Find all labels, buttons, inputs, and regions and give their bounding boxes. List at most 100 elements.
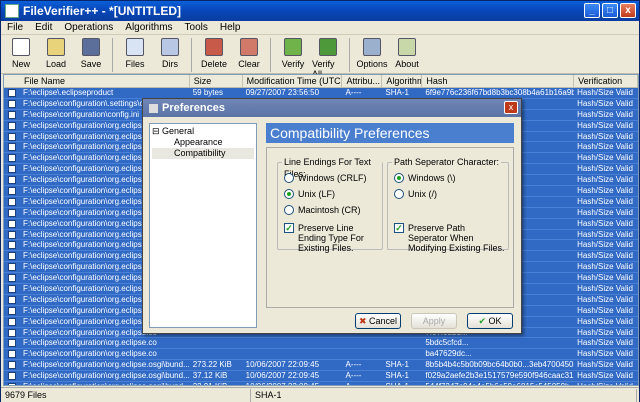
radio-icon: [284, 173, 294, 183]
tree-item-compatibility[interactable]: Compatibility: [152, 148, 254, 159]
column-header[interactable]: Hash: [422, 75, 575, 87]
radio-macintosh-cr[interactable]: Macintosh (CR): [284, 205, 361, 215]
cell-verification: Hash/Size Valid: [577, 251, 633, 261]
row-checkbox[interactable]: [8, 295, 16, 304]
row-checkbox[interactable]: [8, 372, 16, 381]
radio-windows-crlf[interactable]: Windows (CRLF): [284, 173, 367, 183]
preserve-path-separator-checkbox[interactable]: ✓ Preserve Path Seperator When Modifying …: [394, 223, 506, 253]
row-checkbox[interactable]: [8, 241, 16, 250]
row-checkbox[interactable]: [8, 317, 16, 326]
radio-unix-slash[interactable]: Unix (/): [394, 189, 437, 199]
column-header[interactable]: Verification: [574, 75, 638, 87]
row-checkbox[interactable]: [8, 99, 16, 108]
row-checkbox[interactable]: [8, 154, 16, 163]
load-button[interactable]: Load: [40, 36, 72, 69]
radio-checked-icon: [284, 189, 294, 199]
row-checkbox[interactable]: [8, 274, 16, 283]
preserve-line-ending-checkbox[interactable]: ✓ Preserve Line Ending Type For Existing …: [284, 223, 380, 253]
delete-button[interactable]: Delete: [198, 36, 230, 69]
row-checkbox[interactable]: [8, 306, 16, 315]
table-row[interactable]: F:\eclipse\configuration\org.eclipse.co b…: [4, 349, 638, 361]
files-button[interactable]: Files: [119, 36, 151, 69]
radio-icon: [394, 189, 404, 199]
dialog-close-button[interactable]: x: [504, 101, 518, 114]
clear-icon: [240, 38, 258, 56]
cancel-label: Cancel: [369, 316, 398, 326]
row-checkbox[interactable]: [8, 143, 16, 152]
row-checkbox[interactable]: [8, 176, 16, 185]
apply-button[interactable]: Apply: [411, 313, 457, 329]
menu-file[interactable]: File: [7, 22, 23, 33]
tree-item-general[interactable]: ⊟ General: [152, 126, 254, 137]
save-button[interactable]: Save: [75, 36, 107, 69]
tree-item-label: Appearance: [174, 137, 223, 147]
menu-operations[interactable]: Operations: [64, 22, 113, 33]
verify-all-button[interactable]: Verify All: [312, 36, 344, 79]
verify-button[interactable]: Verify: [277, 36, 309, 69]
cell-size: [190, 349, 243, 359]
column-header[interactable]: Modification Time (UTC): [243, 75, 343, 87]
radio-unix-lf[interactable]: Unix (LF): [284, 189, 335, 199]
title-bar[interactable]: FileVerifier++ - *[UNTITLED] _ □ x: [1, 1, 639, 21]
row-checkbox[interactable]: [8, 89, 16, 97]
new-button[interactable]: New: [5, 36, 37, 69]
column-header[interactable]: Attribu...: [342, 75, 383, 87]
row-checkbox[interactable]: [8, 165, 16, 174]
checkbox-checked-icon: ✓: [284, 223, 294, 233]
dialog-title-bar[interactable]: Preferences: [143, 99, 521, 117]
dirs-label: Dirs: [162, 59, 178, 69]
load-label: Load: [45, 59, 67, 69]
dirs-button[interactable]: Dirs: [154, 36, 186, 69]
verify-all-icon: [319, 38, 337, 56]
row-checkbox[interactable]: [8, 252, 16, 261]
menu-edit[interactable]: Edit: [35, 22, 52, 33]
row-checkbox[interactable]: [8, 197, 16, 206]
cancel-button[interactable]: ✖ Cancel: [355, 313, 401, 329]
row-checkbox[interactable]: [8, 383, 16, 385]
row-checkbox[interactable]: [8, 110, 16, 119]
row-checkbox[interactable]: [8, 361, 16, 370]
minimize-button[interactable]: _: [584, 3, 600, 18]
cell-verification: Hash/Size Valid: [577, 207, 633, 217]
row-checkbox[interactable]: [8, 219, 16, 228]
row-checkbox[interactable]: [8, 263, 16, 272]
row-checkbox[interactable]: [8, 350, 16, 359]
column-header[interactable]: Algorithm: [382, 75, 423, 87]
close-button[interactable]: x: [620, 3, 636, 18]
maximize-button[interactable]: □: [602, 3, 618, 18]
options-button[interactable]: Options: [356, 36, 388, 69]
checkbox-label: Preserve Path Seperator When Modifying E…: [408, 223, 505, 253]
row-checkbox[interactable]: [8, 328, 16, 337]
row-checkbox[interactable]: [8, 230, 16, 239]
column-header[interactable]: Size: [190, 75, 243, 87]
table-row[interactable]: F:\eclipse\configuration\org.eclipse.osg…: [4, 360, 638, 372]
radio-icon: [284, 205, 294, 215]
files-icon: [126, 38, 144, 56]
row-checkbox[interactable]: [8, 121, 16, 130]
about-button[interactable]: About: [391, 36, 423, 69]
column-header[interactable]: File Name: [4, 75, 190, 87]
row-checkbox[interactable]: [8, 208, 16, 217]
toolbar-separator: [191, 38, 192, 72]
radio-windows-backslash[interactable]: Windows (\): [394, 173, 456, 183]
menu-help[interactable]: Help: [220, 22, 241, 33]
option-label: Macintosh (CR): [298, 205, 361, 215]
row-checkbox[interactable]: [8, 132, 16, 141]
cell-modified: [243, 338, 343, 348]
menu-algorithms[interactable]: Algorithms: [125, 22, 172, 33]
cell-verification: Hash/Size Valid: [577, 109, 633, 119]
table-row[interactable]: F:\eclipse\configuration\org.eclipse.osg…: [4, 371, 638, 383]
cell-verification: Hash/Size Valid: [577, 186, 633, 196]
table-row[interactable]: F:\eclipse\configuration\org.eclipse.co 5…: [4, 338, 638, 350]
cell-verification: Hash/Size Valid: [577, 305, 633, 315]
clear-button[interactable]: Clear: [233, 36, 265, 69]
ok-button[interactable]: ✔ OK: [467, 313, 513, 329]
cell-verification: Hash/Size Valid: [577, 273, 633, 283]
row-checkbox[interactable]: [8, 339, 16, 348]
menu-tools[interactable]: Tools: [185, 22, 208, 33]
row-checkbox[interactable]: [8, 187, 16, 196]
table-row[interactable]: F:\eclipse\configuration\org.eclipse.osg…: [4, 382, 638, 385]
row-checkbox[interactable]: [8, 285, 16, 294]
cell-verification: Hash/Size Valid: [577, 240, 633, 250]
tree-item-appearance[interactable]: Appearance: [152, 137, 254, 148]
